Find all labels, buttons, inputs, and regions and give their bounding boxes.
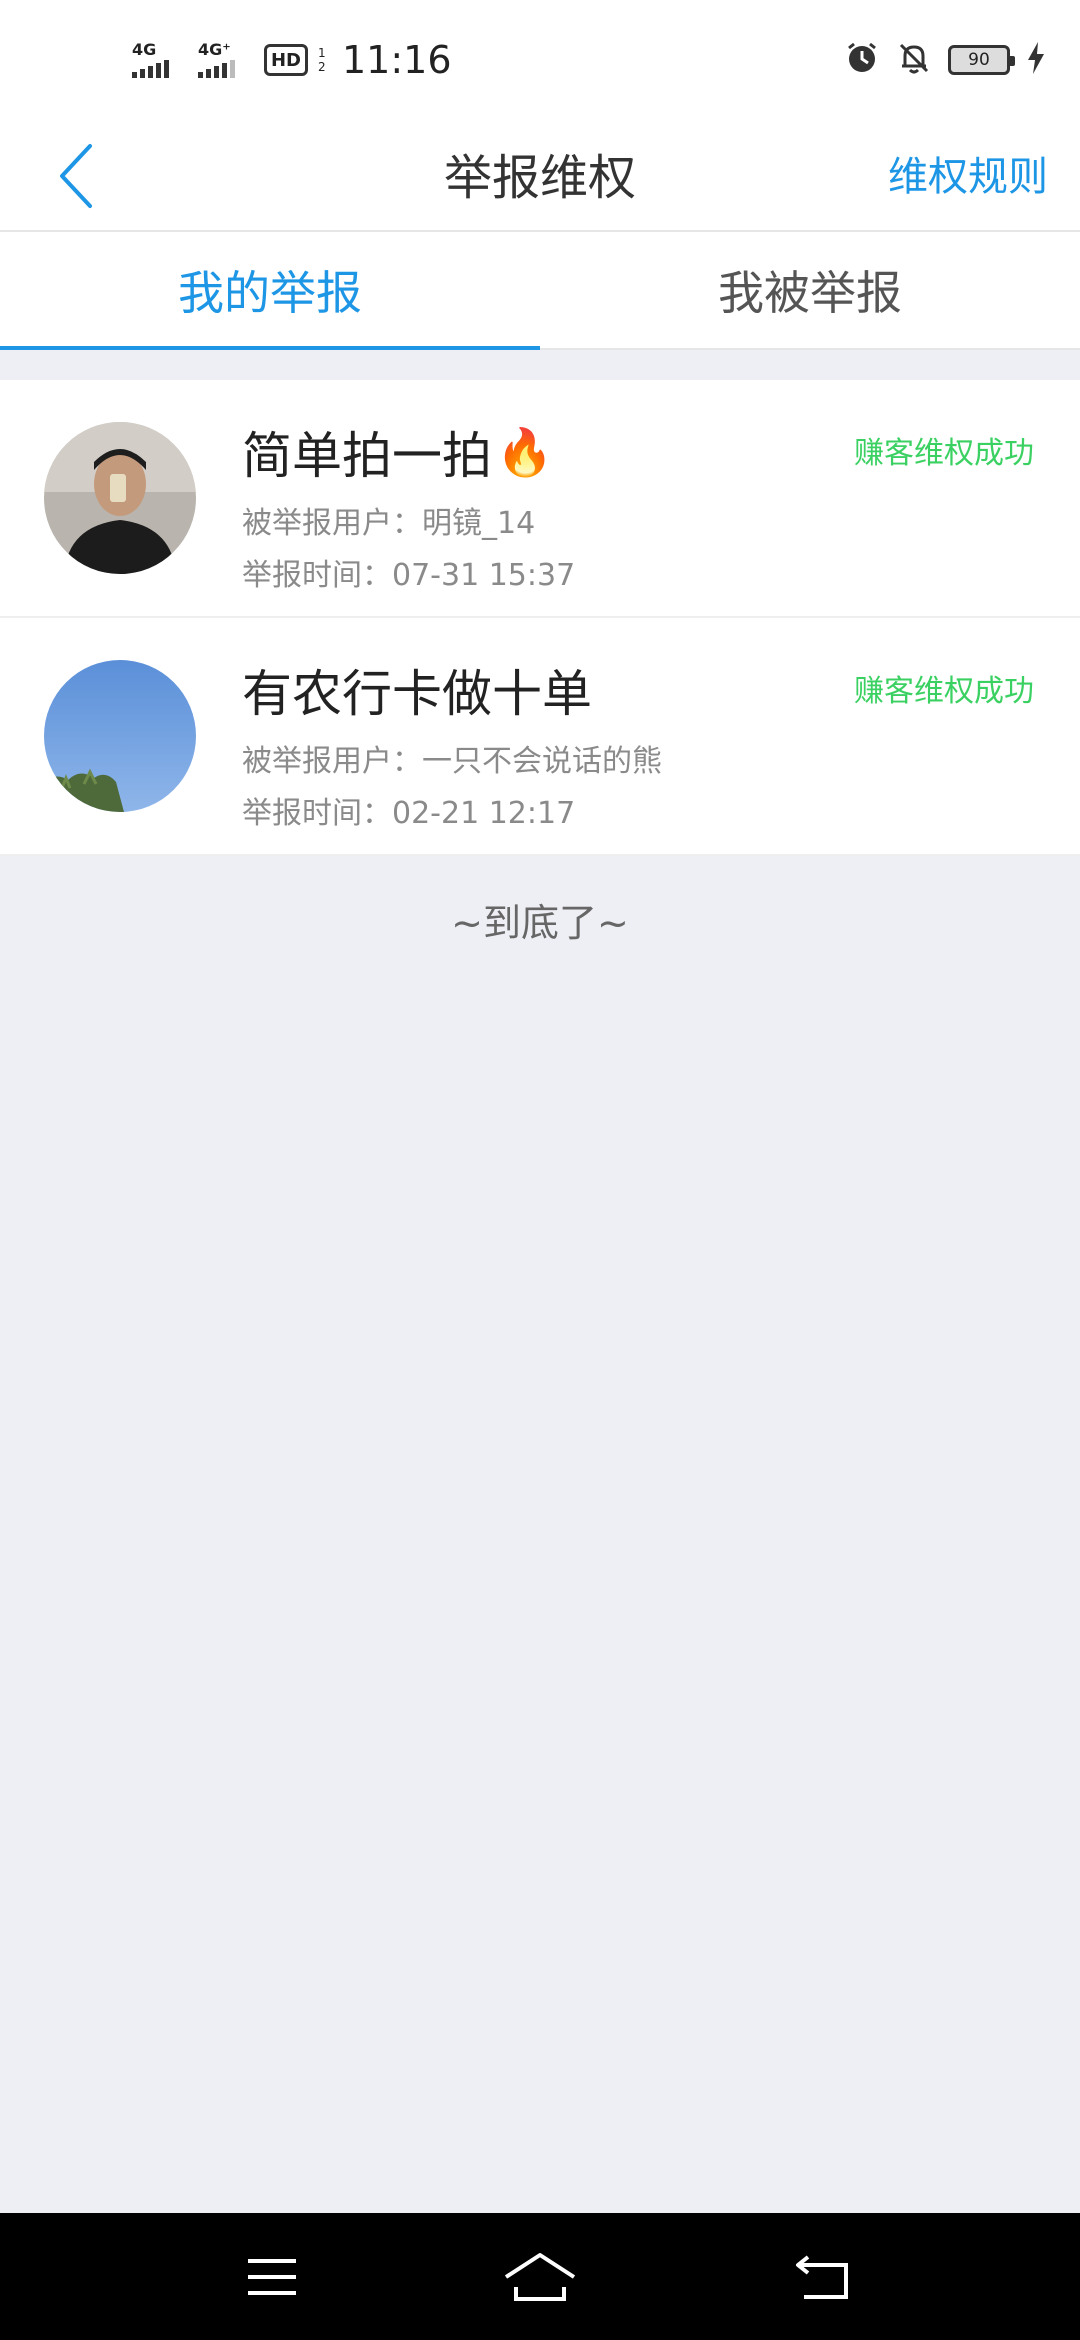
header: 举报维权 维权规则	[0, 120, 1080, 232]
hd-icon: HD	[264, 44, 308, 76]
back-icon	[796, 2255, 848, 2299]
report-time: 举报时间：02-21 12:17	[242, 788, 575, 832]
report-time-label: 举报时间：	[242, 796, 392, 831]
rules-link[interactable]: 维权规则	[888, 144, 1048, 202]
hd-sub-label: 1 2	[318, 46, 326, 74]
report-item[interactable]: 有农行卡做十单 被举报用户：一只不会说话的熊 举报时间：02-21 12:17 …	[0, 618, 1080, 856]
report-time-value: 07-31 15:37	[392, 558, 576, 593]
report-time-label: 举报时间：	[242, 558, 392, 593]
status-badge: 赚客维权成功	[854, 436, 1034, 471]
menu-button[interactable]	[232, 2247, 312, 2307]
hd-label: HD	[270, 49, 301, 71]
report-time: 举报时间：07-31 15:37	[242, 550, 575, 594]
report-time-value: 02-21 12:17	[392, 796, 576, 831]
status-bar: 4G 4G⁺ HD 1 2 11:16 90	[0, 0, 1080, 120]
reported-user-value: 明镜_14	[422, 506, 536, 541]
status-badge: 赚客维权成功	[854, 674, 1034, 709]
report-title: 简单拍一拍 🔥	[242, 416, 553, 488]
network-type-1: 4G	[132, 40, 157, 59]
reported-user-value: 一只不会说话的熊	[422, 744, 662, 779]
reported-user-label: 被举报用户：	[242, 744, 422, 779]
system-nav-bar	[0, 2213, 1080, 2340]
home-button[interactable]	[500, 2247, 580, 2307]
bell-off-icon	[896, 40, 932, 80]
report-title-text: 有农行卡做十单	[242, 665, 592, 723]
reported-user: 被举报用户：明镜_14	[242, 498, 535, 542]
report-title: 有农行卡做十单	[242, 654, 592, 726]
avatar	[44, 660, 196, 812]
signal-icon-2: 4G⁺	[198, 42, 254, 78]
back-nav-button[interactable]	[782, 2247, 862, 2307]
tab-reported-me[interactable]: 我被举报	[540, 232, 1080, 348]
reported-user: 被举报用户：一只不会说话的熊	[242, 736, 662, 780]
tab-my-reports[interactable]: 我的举报	[0, 232, 540, 350]
battery-icon: 90	[948, 45, 1015, 75]
signal-icon: 4G	[132, 42, 188, 78]
alarm-icon	[844, 40, 880, 80]
fire-icon: 🔥	[496, 424, 554, 479]
reported-user-label: 被举报用户：	[242, 506, 422, 541]
charging-icon	[1026, 42, 1046, 78]
tab-bar: 我的举报 我被举报	[0, 232, 1080, 350]
report-list: 简单拍一拍 🔥 被举报用户：明镜_14 举报时间：07-31 15:37 赚客维…	[0, 380, 1080, 856]
network-type-2: 4G⁺	[198, 40, 231, 59]
battery-level: 90	[968, 50, 990, 70]
end-of-list-text: ~到底了~	[451, 901, 629, 945]
home-icon	[504, 2253, 576, 2301]
avatar	[44, 422, 196, 574]
report-title-text: 简单拍一拍	[242, 427, 492, 485]
status-time: 11:16	[342, 38, 452, 82]
menu-icon	[248, 2259, 296, 2295]
report-item[interactable]: 简单拍一拍 🔥 被举报用户：明镜_14 举报时间：07-31 15:37 赚客维…	[0, 380, 1080, 618]
